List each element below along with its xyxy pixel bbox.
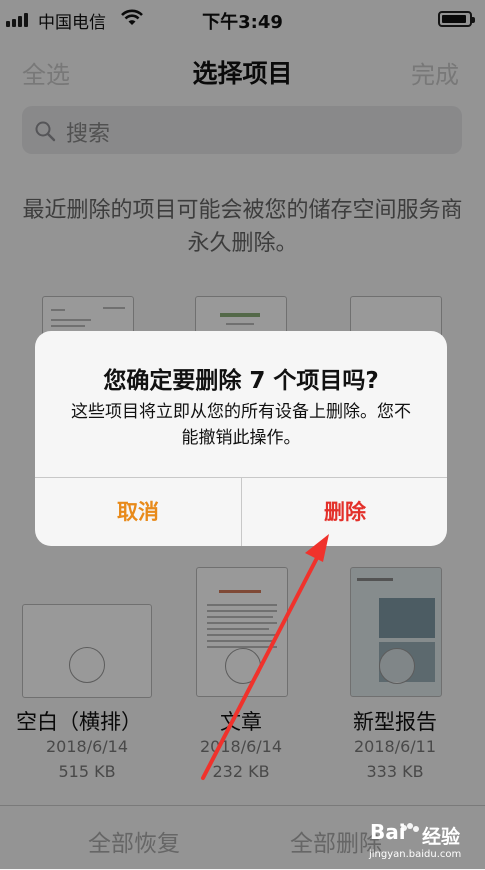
dialog-title: 您确定要删除 7 个项目吗? xyxy=(103,368,379,394)
delete-button[interactable]: 删除 xyxy=(242,478,447,546)
watermark-brand: Bai xyxy=(370,820,406,844)
watermark-brand-cn: 经验 xyxy=(422,826,461,848)
dialog-message: 这些项目将立即从您的所有设备上删除。您不能撤销此操作。 xyxy=(71,402,411,448)
delete-confirm-dialog: 您确定要删除 7 个项目吗? 这些项目将立即从您的所有设备上删除。您不能撤销此操… xyxy=(35,331,447,546)
baidu-watermark: Bai 经验 jingyan.baidu.com xyxy=(366,812,484,866)
cancel-button[interactable]: 取消 xyxy=(35,478,241,546)
watermark-url: jingyan.baidu.com xyxy=(369,849,462,860)
